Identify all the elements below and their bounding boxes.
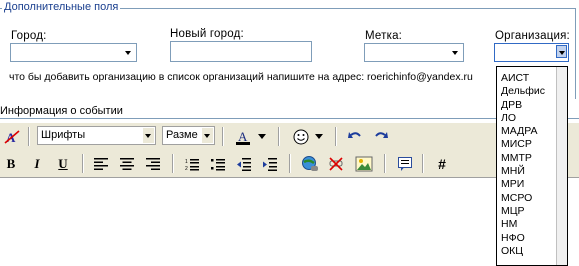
separator <box>335 127 337 146</box>
svg-text:A: A <box>238 129 248 144</box>
separator <box>82 154 84 173</box>
tag-select[interactable] <box>364 43 464 62</box>
numbered-list-icon[interactable]: 12 <box>182 154 202 174</box>
font-select[interactable]: Шрифты <box>37 126 156 145</box>
organization-dropdown-list[interactable]: АИСТ Дельфис ДРВ ЛО МАДРА МИСР ММТР МНЙ МРИ МСРО М… <box>496 66 568 266</box>
tag-label: Метка: <box>365 30 403 42</box>
insert-link-icon[interactable] <box>300 154 320 174</box>
chevron-down-icon <box>202 128 213 143</box>
editor-toolbar-bottom: B I U 12 # <box>0 150 579 177</box>
outdent-icon[interactable] <box>234 154 254 174</box>
chevron-down-icon <box>143 128 154 143</box>
organization-select[interactable] <box>494 43 569 62</box>
chevron-down-icon[interactable] <box>313 127 325 147</box>
font-select-value: Шрифты <box>41 129 86 141</box>
new-city-input[interactable] <box>170 41 312 62</box>
event-info-divider <box>0 118 579 119</box>
separator <box>222 127 224 146</box>
separator <box>28 127 30 146</box>
bold-button[interactable]: B <box>1 154 21 174</box>
chevron-down-icon <box>450 46 461 59</box>
indent-icon[interactable] <box>260 154 280 174</box>
editor-content-area[interactable] <box>0 177 579 263</box>
editor-toolbar-top: A Шрифты Разме A <box>0 123 579 150</box>
fieldset-legend: Дополнительные поля <box>2 1 121 13</box>
comment-icon[interactable] <box>395 154 415 174</box>
organization-label: Организация: <box>495 30 570 42</box>
new-city-label: Новый город: <box>170 28 244 40</box>
remove-link-icon[interactable] <box>326 154 346 174</box>
dropdown-scrollbar[interactable] <box>556 67 567 265</box>
city-select[interactable] <box>10 43 137 62</box>
align-left-icon[interactable] <box>91 154 111 174</box>
svg-text:1: 1 <box>185 159 188 165</box>
city-label: Город: <box>11 30 47 42</box>
organization-hint: что бы добавить организацию в список орг… <box>9 71 473 83</box>
chevron-down-icon[interactable] <box>256 127 268 147</box>
chevron-down-icon[interactable] <box>556 45 567 58</box>
svg-text:2: 2 <box>185 166 188 171</box>
insert-image-icon[interactable] <box>354 154 374 174</box>
hash-button[interactable]: # <box>432 154 452 174</box>
separator <box>278 127 280 146</box>
size-select[interactable]: Разме <box>162 126 215 145</box>
separator <box>384 154 386 173</box>
remove-format-icon[interactable]: A <box>2 127 22 147</box>
italic-button[interactable]: I <box>27 154 47 174</box>
redo-icon[interactable] <box>371 127 391 147</box>
bullet-list-icon[interactable] <box>208 154 228 174</box>
event-info-label: Информация о событии <box>0 105 123 117</box>
separator <box>289 154 291 173</box>
text-color-icon[interactable]: A <box>233 127 253 147</box>
separator <box>422 154 424 173</box>
undo-icon[interactable] <box>345 127 365 147</box>
separator <box>172 154 174 173</box>
smiley-icon[interactable] <box>291 127 311 147</box>
align-center-icon[interactable] <box>117 154 137 174</box>
size-select-value: Разме <box>166 129 198 141</box>
underline-button[interactable]: U <box>53 154 73 174</box>
chevron-down-icon <box>123 46 134 59</box>
align-right-icon[interactable] <box>143 154 163 174</box>
